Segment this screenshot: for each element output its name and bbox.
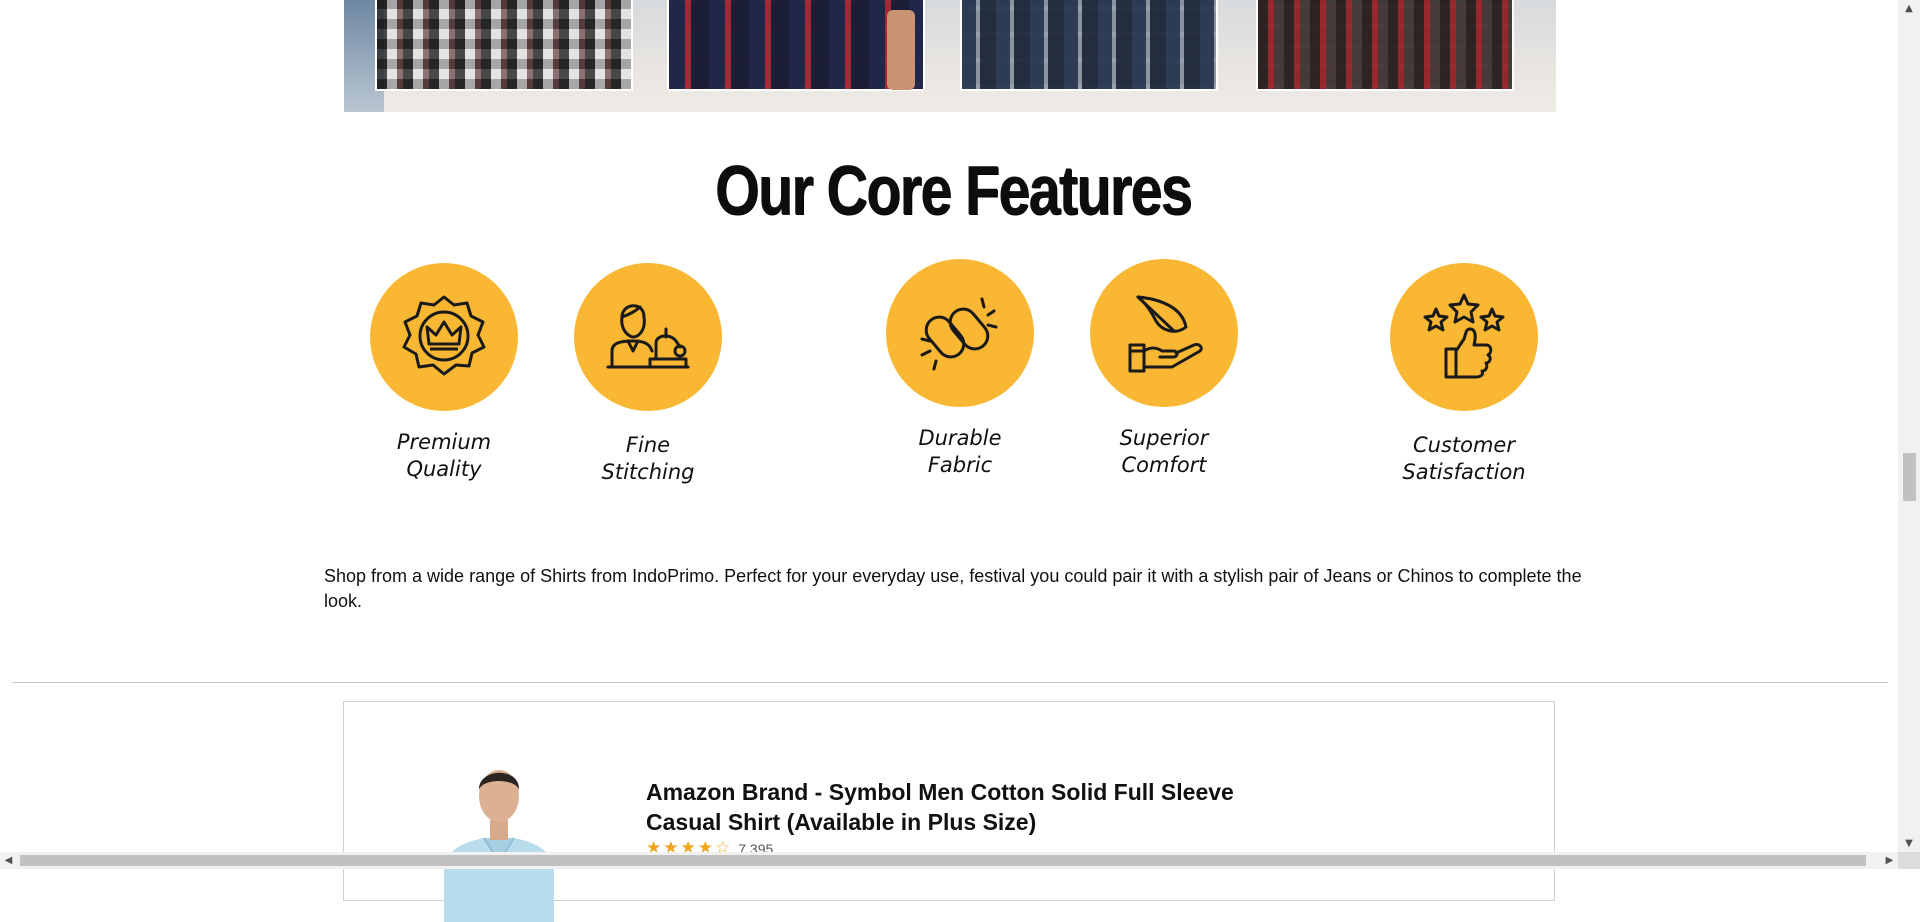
arm	[887, 10, 915, 90]
feature-label-line: Stitching	[601, 460, 695, 484]
tailor-sewing-icon	[606, 304, 690, 369]
feature-label-line: Fine	[625, 433, 671, 457]
feature-circle	[1390, 263, 1538, 411]
feature-circle	[574, 263, 722, 411]
scrollbar-corner	[1898, 852, 1920, 869]
horizontal-scroll-thumb[interactable]	[20, 855, 1866, 866]
shirt-image-3[interactable]	[960, 0, 1218, 91]
feature-customer-satisfaction: Customer Satisfaction	[1364, 263, 1564, 486]
feature-durable-fabric: Durable Fabric	[860, 259, 1060, 479]
feature-premium-quality: Premium Quality	[344, 263, 544, 483]
feature-label-line: Quality	[406, 457, 482, 481]
feature-label: Durable Fabric	[860, 425, 1060, 479]
horizontal-scrollbar[interactable]: ◀ ▶	[0, 852, 1898, 869]
scroll-right-arrow-icon[interactable]: ▶	[1881, 852, 1898, 869]
scroll-left-arrow-icon[interactable]: ◀	[0, 852, 17, 869]
feature-circle	[886, 259, 1034, 407]
shirt-image-2[interactable]	[667, 0, 925, 91]
badge-crown-icon	[402, 295, 486, 376]
feature-superior-comfort: Superior Comfort	[1064, 259, 1264, 479]
shirt-image-4[interactable]	[1256, 0, 1514, 91]
vertical-scrollbar[interactable]: ▲ ▼	[1898, 0, 1920, 852]
stars-thumbs-up-icon	[1423, 293, 1505, 379]
feature-label-line: Superior	[1119, 426, 1209, 450]
section-divider	[12, 682, 1888, 683]
scroll-up-arrow-icon[interactable]: ▲	[1898, 0, 1920, 17]
feature-label-line: Premium	[396, 430, 492, 454]
product-card[interactable]: Amazon Brand - Symbol Men Cotton Solid F…	[343, 701, 1555, 922]
product-image[interactable]	[434, 742, 564, 922]
scroll-down-arrow-icon[interactable]: ▼	[1898, 835, 1920, 852]
feature-label-line: Comfort	[1121, 453, 1207, 477]
product-title-link[interactable]: Amazon Brand - Symbol Men Cotton Solid F…	[646, 777, 1286, 837]
feature-label-line: Fabric	[927, 453, 993, 477]
hero-banner-image	[344, 0, 1556, 112]
feature-circle	[1090, 259, 1238, 407]
feature-label-line: Satisfaction	[1402, 460, 1526, 484]
feature-label-line: Customer	[1412, 433, 1515, 457]
feature-label-line: Durable	[918, 426, 1002, 450]
feature-label: Fine Stitching	[548, 432, 748, 486]
feature-circle	[370, 263, 518, 411]
vertical-scroll-thumb[interactable]	[1903, 453, 1916, 501]
shirt-image-1[interactable]	[375, 0, 633, 91]
feather-hand-icon	[1128, 295, 1203, 373]
feature-label: Superior Comfort	[1064, 425, 1264, 479]
product-description: Shop from a wide range of Shirts from In…	[324, 566, 1582, 611]
chain-link-icon	[920, 297, 998, 371]
feature-label: Customer Satisfaction	[1364, 432, 1564, 486]
feature-fine-stitching: Fine Stitching	[548, 263, 748, 486]
feature-label: Premium Quality	[344, 429, 544, 483]
core-features-title: Our Core Features	[714, 151, 1193, 229]
